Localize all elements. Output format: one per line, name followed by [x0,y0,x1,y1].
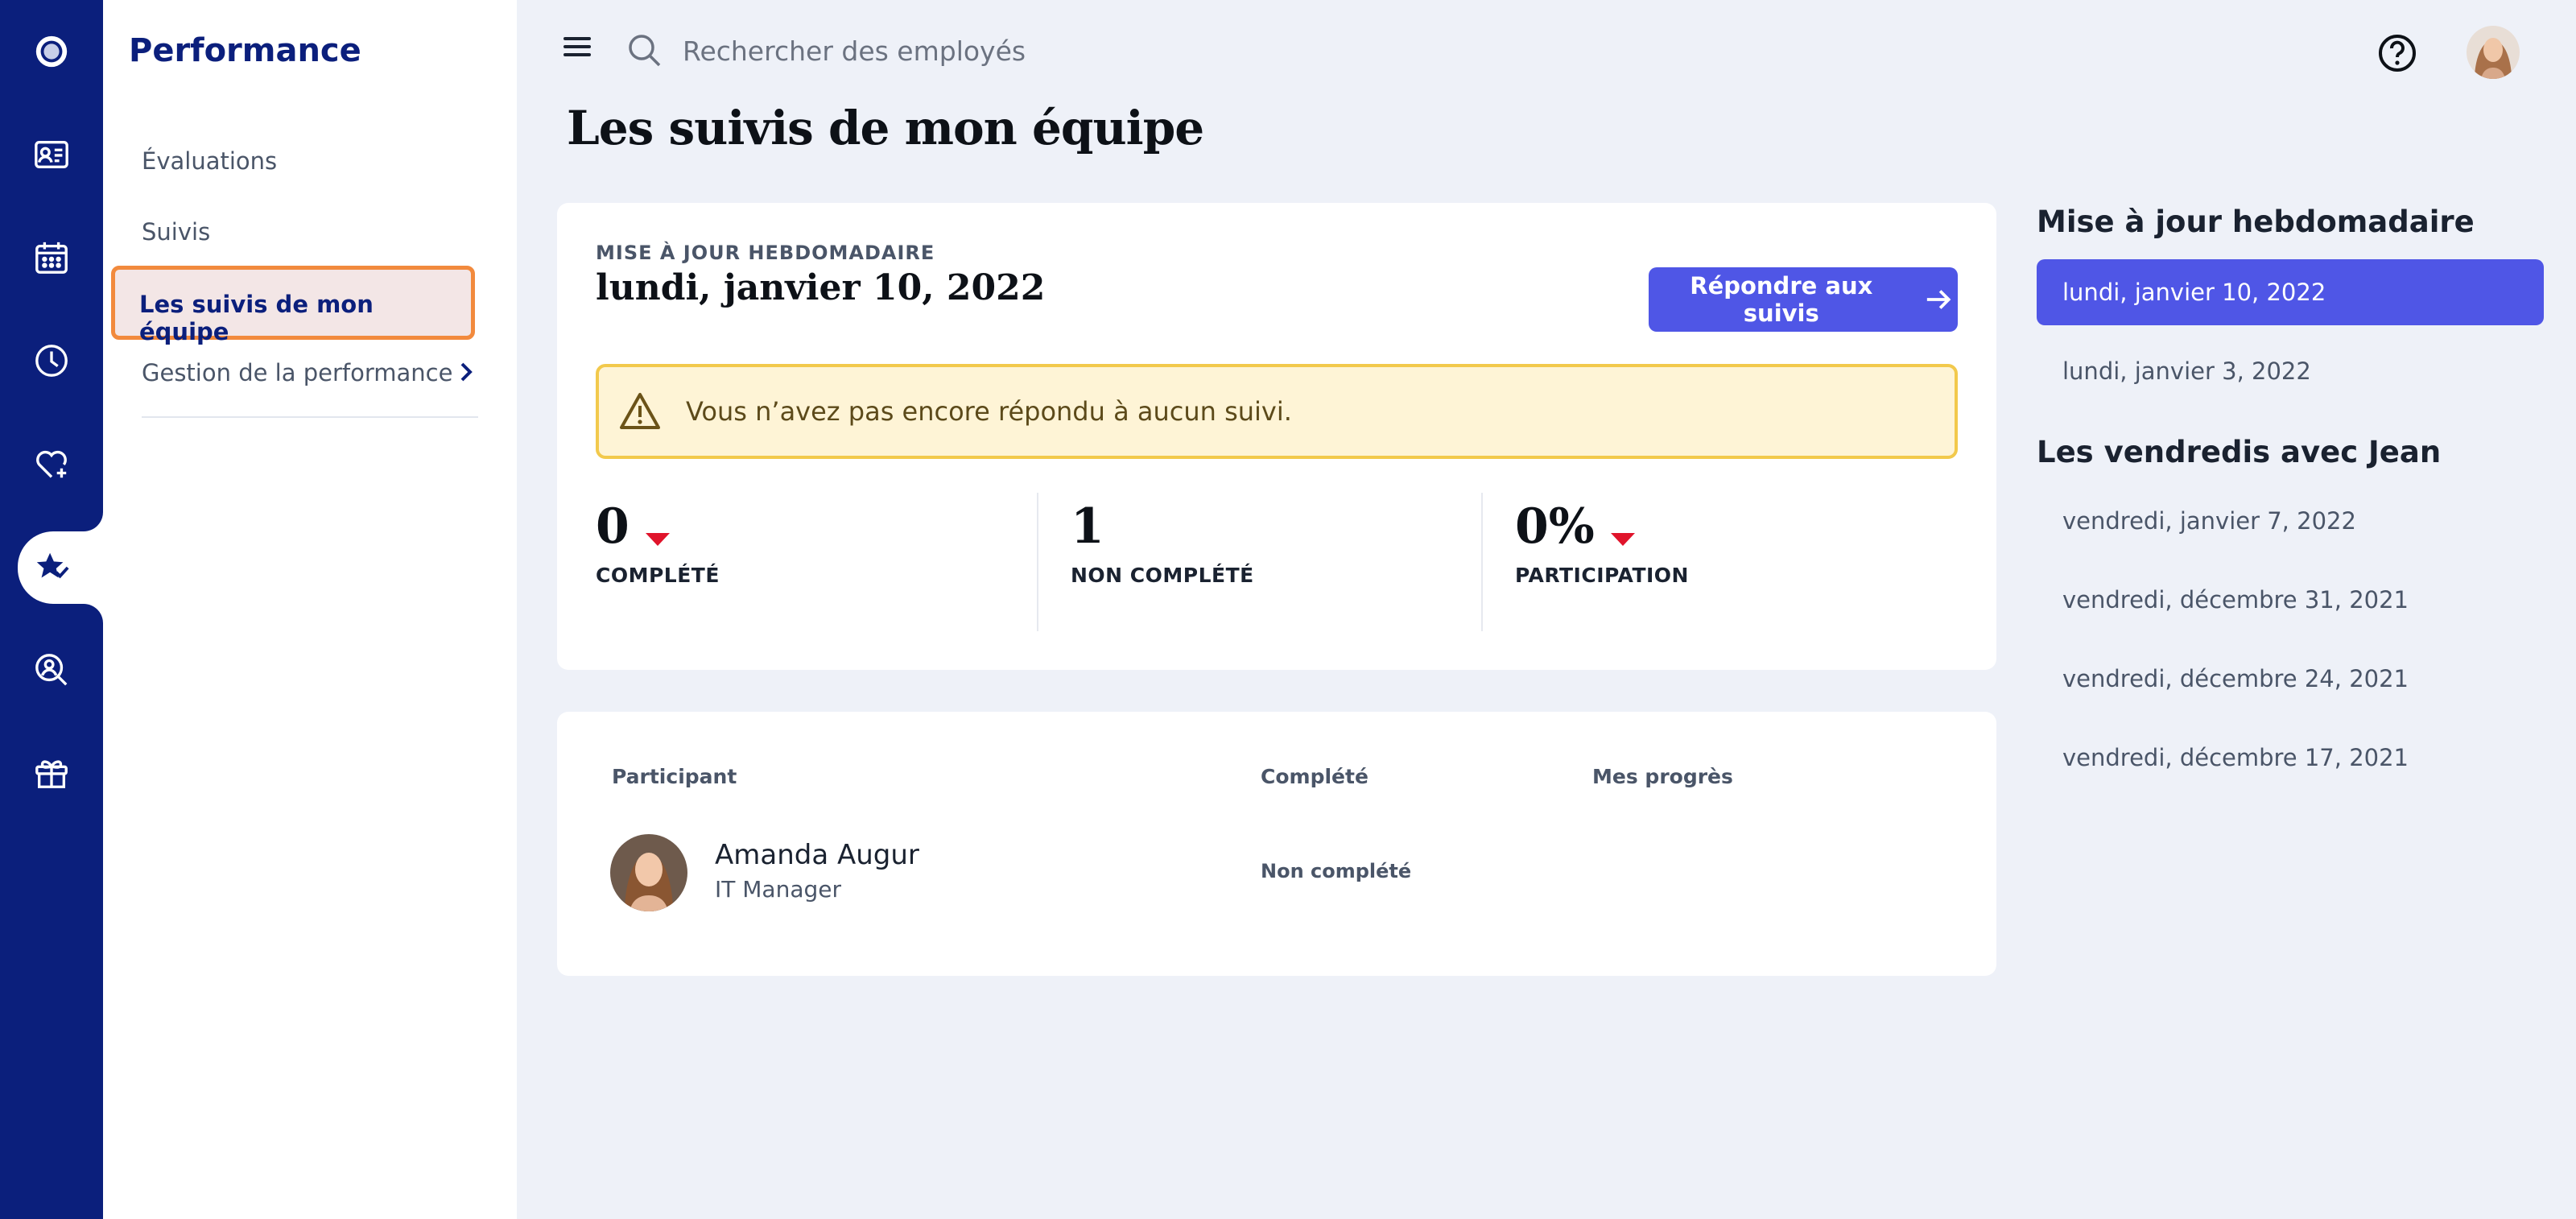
sidebar: Performance Évaluations Suivis Les suivi… [103,0,517,1219]
icon-rail [0,0,103,1219]
calendar-icon[interactable] [19,225,84,290]
menu-icon[interactable] [564,37,591,56]
person-search-icon[interactable] [19,638,84,702]
weekly-date-item-active[interactable]: lundi, janvier 10, 2022 [2037,259,2544,325]
friday-date-item[interactable]: vendredi, décembre 31, 2021 [2062,586,2409,614]
star-check-icon[interactable] [19,535,84,600]
weekly-update-date: lundi, janvier 10, 2022 [596,267,1046,308]
stat-divider [1481,493,1483,631]
stat-participation: 0% PARTICIPATION [1515,502,1689,587]
column-header-participant: Participant [612,765,737,788]
warning-icon [620,393,660,429]
warning-alert: Vous n’avez pas encore répondu à aucun s… [596,364,1958,459]
stat-label: PARTICIPATION [1515,564,1689,587]
user-avatar[interactable] [2467,26,2520,79]
friday-date-item[interactable]: vendredi, décembre 24, 2021 [2062,665,2409,692]
stat-completed: 0 COMPLÉTÉ [596,502,720,587]
heart-plus-icon[interactable] [19,432,84,496]
id-card-icon[interactable] [19,122,84,187]
stat-label: NON COMPLÉTÉ [1071,564,1254,587]
sidebar-item-label: Les suivis de mon équipe [139,291,374,345]
rail-notch [84,604,103,623]
search-input[interactable] [681,31,1164,71]
logo-icon[interactable] [19,19,84,84]
trend-down-icon [645,532,670,546]
clock-icon[interactable] [19,329,84,393]
stat-value: 0% [1515,498,1595,555]
reply-followups-button[interactable]: Répondre aux suivis [1649,267,1958,332]
stat-label: COMPLÉTÉ [596,564,720,587]
stat-divider [1037,493,1038,631]
column-header-completed: Complété [1261,765,1368,788]
trend-down-icon [1610,532,1635,546]
completion-status: Non complété [1261,860,1412,882]
page-title: Les suivis de mon équipe [567,101,1204,155]
participant-avatar [610,834,687,911]
gift-box-icon[interactable] [19,741,84,805]
rail-notch [84,512,103,531]
participant-name[interactable]: Amanda Augur [715,839,919,871]
sidebar-item-performance-management[interactable]: Gestion de la performance [142,359,452,386]
arrow-right-icon [1926,290,1951,309]
weekly-update-card: MISE À JOUR HEBDOMADAIRE lundi, janvier … [557,203,1996,670]
friday-heading: Les vendredis avec Jean [2037,435,2442,469]
friday-date-item[interactable]: vendredi, décembre 17, 2021 [2062,744,2409,771]
friday-date-item[interactable]: vendredi, janvier 7, 2022 [2062,507,2356,535]
search-icon [629,35,661,67]
date-label: lundi, janvier 10, 2022 [2062,279,2326,306]
sidebar-item-suivis[interactable]: Suivis [142,218,210,246]
participants-card: Participant Complété Mes progrès Amanda … [557,712,1996,976]
stat-value: 0 [596,498,630,555]
chevron-right-icon[interactable] [457,359,475,391]
weekly-update-heading: Mise à jour hebdomadaire [2037,205,2475,239]
column-header-progress: Mes progrès [1592,765,1733,788]
sidebar-title: Performance [129,32,361,69]
stat-not-completed: 1 NON COMPLÉTÉ [1071,502,1254,587]
sidebar-divider [142,416,478,418]
weekly-date-item[interactable]: lundi, janvier 3, 2022 [2062,357,2311,385]
sidebar-item-evaluations[interactable]: Évaluations [142,147,277,175]
stat-value: 1 [1071,498,1104,555]
weekly-update-label: MISE À JOUR HEBDOMADAIRE [596,242,935,264]
reply-button-label: Répondre aux suivis [1690,272,1873,327]
help-icon[interactable] [2376,32,2418,74]
sidebar-item-team-followups[interactable]: Les suivis de mon équipe [111,266,475,345]
alert-message: Vous n’avez pas encore répondu à aucun s… [686,396,1292,427]
participant-role: IT Manager [715,876,841,903]
